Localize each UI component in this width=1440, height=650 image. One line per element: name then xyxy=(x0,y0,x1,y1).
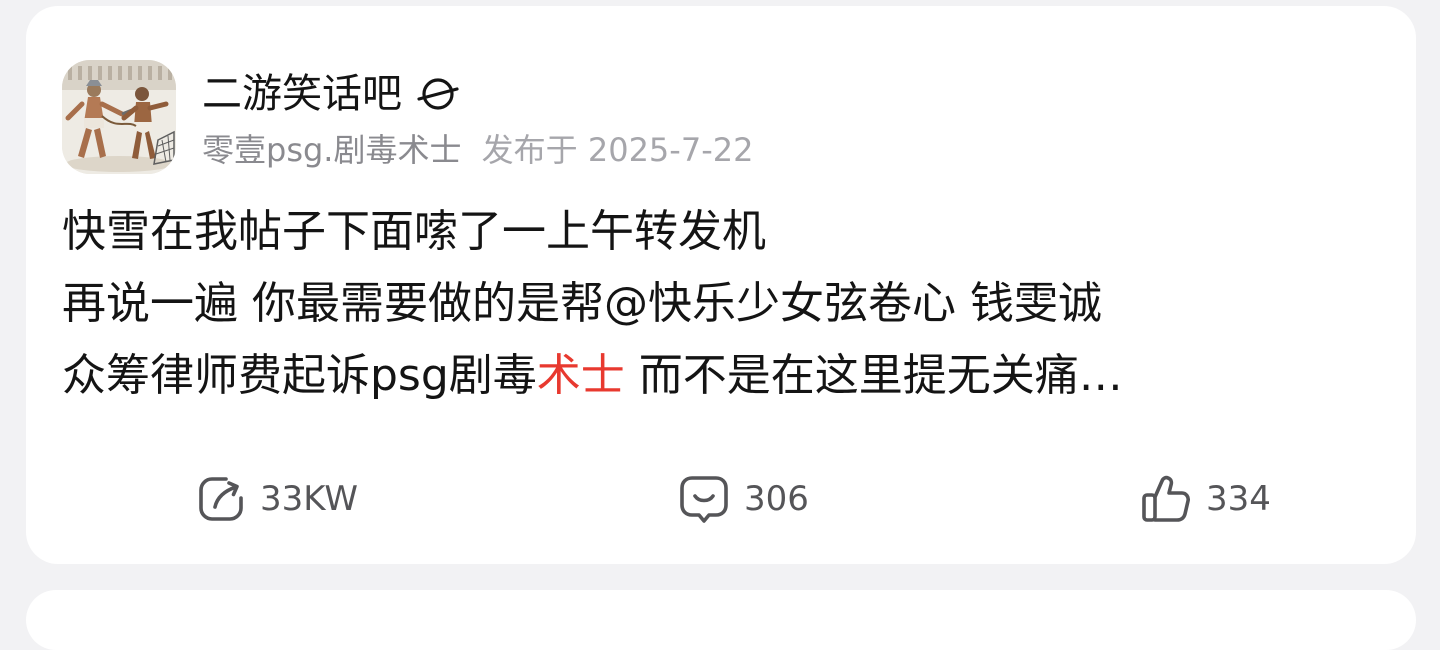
content-line-3-text: 众筹律师费起诉psg剧毒 xyxy=(62,350,537,401)
post-meta: 零壹psg.剧毒术士 发布于 2025-7-22 xyxy=(202,128,753,172)
content-line-3-rest: 而不是在这里提无关痛… xyxy=(624,350,1123,401)
thumbs-up-icon xyxy=(1140,473,1192,525)
comment-count: 306 xyxy=(744,479,809,519)
gladiator-illustration xyxy=(62,60,176,174)
share-icon xyxy=(196,474,246,524)
like-count: 334 xyxy=(1206,479,1271,519)
share-count: 33KW xyxy=(260,479,358,519)
share-button[interactable]: 33KW xyxy=(196,466,358,532)
posted-time: 发布于 2025-7-22 xyxy=(482,131,754,169)
author-name[interactable]: 零壹psg.剧毒术士 xyxy=(202,131,461,169)
like-button[interactable]: 334 xyxy=(1140,466,1271,532)
content-line-3: 众筹律师费起诉psg剧毒术士 而不是在这里提无关痛… xyxy=(62,340,1362,412)
post-card[interactable]: 二游笑话吧 零壹psg.剧毒术士 发布于 2025-7-22 快雪在我帖子下面嗦… xyxy=(26,6,1416,564)
planet-icon xyxy=(416,72,460,116)
comment-button[interactable]: 306 xyxy=(678,466,809,532)
forum-avatar[interactable] xyxy=(62,60,176,174)
action-bar: 33KW 306 334 xyxy=(26,466,1416,532)
highlighted-keyword: 术士 xyxy=(536,350,625,401)
content-line-1: 快雪在我帖子下面嗦了一上午转发机 xyxy=(62,206,766,257)
content-line-2: 再说一遍 你最需要做的是帮@快乐少女弦卷心 钱雯诚 xyxy=(62,278,1102,329)
posted-prefix: 发布于 xyxy=(481,131,578,169)
post-content[interactable]: 快雪在我帖子下面嗦了一上午转发机 再说一遍 你最需要做的是帮@快乐少女弦卷心 钱… xyxy=(62,196,1362,412)
forum-name-row[interactable]: 二游笑话吧 xyxy=(202,68,460,120)
comment-icon xyxy=(678,473,730,525)
forum-name[interactable]: 二游笑话吧 xyxy=(202,68,402,120)
next-post-card[interactable] xyxy=(26,590,1416,650)
posted-date: 2025-7-22 xyxy=(587,131,754,169)
